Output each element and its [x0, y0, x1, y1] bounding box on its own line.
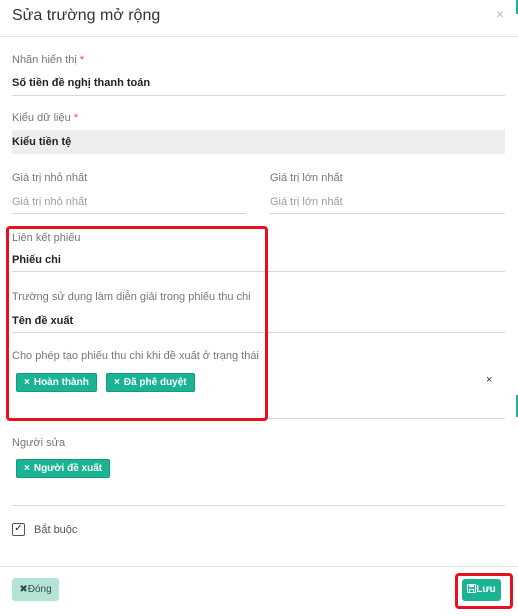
- editor-label: Người sửa: [12, 437, 66, 449]
- close-icon: ✖: [19, 584, 28, 595]
- allowed-status-clear-icon[interactable]: ×: [486, 374, 492, 386]
- edit-extended-field-dialog: Sửa trường mở rộng × Nhãn hiển thị * Số …: [0, 0, 518, 616]
- required-checkbox-label: Bắt buộc: [34, 524, 78, 536]
- data-type-readonly-bg: [12, 130, 505, 154]
- max-value-label: Giá trị lớn nhất: [270, 172, 343, 184]
- footer-divider: [0, 566, 518, 567]
- min-value-label: Giá trị nhỏ nhất: [12, 172, 88, 184]
- highlight-box-section: [6, 226, 268, 421]
- close-button[interactable]: ✖Đóng: [12, 578, 59, 601]
- required-checkbox[interactable]: ✓: [12, 523, 25, 536]
- required-mark: *: [73, 112, 79, 124]
- dialog-title: Sửa trường mở rộng: [12, 7, 161, 24]
- dialog-close-icon[interactable]: ×: [496, 6, 504, 22]
- dialog-header: Sửa trường mở rộng ×: [0, 0, 518, 37]
- display-label-underline: [12, 95, 505, 96]
- max-value-input[interactable]: Giá trị lớn nhất: [270, 196, 343, 208]
- display-label-input[interactable]: Số tiền đề nghị thanh toán: [12, 77, 150, 89]
- display-label-label: Nhãn hiển thị *: [12, 54, 85, 66]
- tag-remove-icon[interactable]: ×: [24, 463, 30, 474]
- data-type-label: Kiểu dữ liệu *: [12, 112, 79, 124]
- max-value-underline: [270, 213, 505, 214]
- min-value-underline: [12, 213, 246, 214]
- min-value-input[interactable]: Giá trị nhỏ nhất: [12, 196, 87, 208]
- data-type-field: Kiểu tiền tệ: [12, 136, 72, 148]
- editor-underline: [12, 505, 505, 506]
- required-mark: *: [79, 54, 85, 66]
- highlight-box-save: [455, 573, 513, 609]
- editor-tag-proposer: × Người đề xuất: [16, 459, 111, 478]
